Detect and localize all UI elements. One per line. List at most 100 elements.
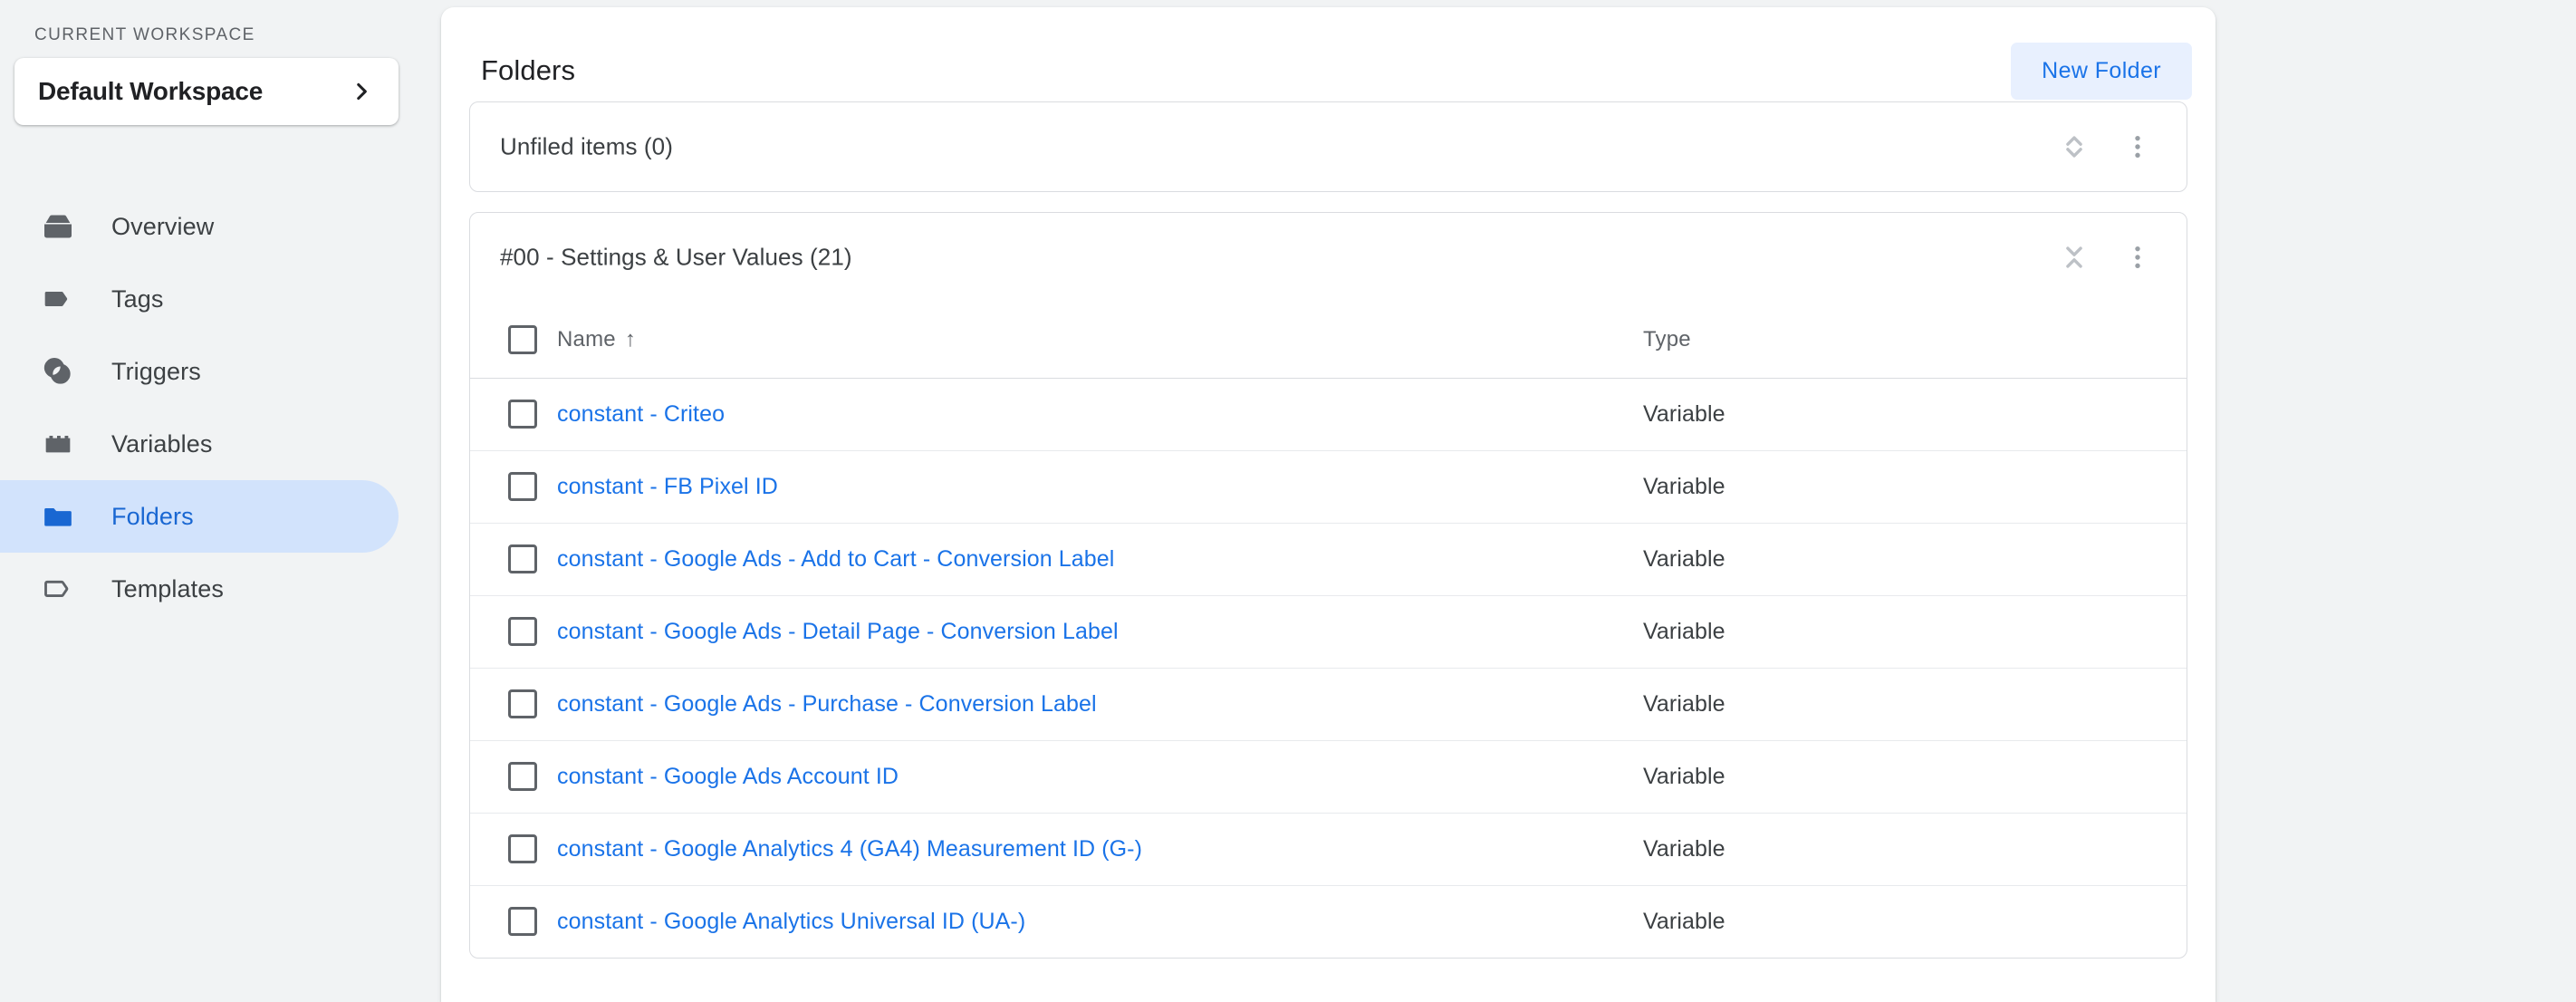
- item-link[interactable]: constant - Google Ads - Purchase - Conve…: [557, 691, 1097, 717]
- chevron-right-icon: [350, 80, 373, 103]
- row-checkbox[interactable]: [508, 617, 537, 646]
- row-name-cell: constant - Google Ads - Add to Cart - Co…: [557, 522, 1643, 595]
- row-type-cell: Variable: [1643, 594, 2187, 668]
- sidebar-item-variables[interactable]: Variables: [0, 408, 399, 480]
- current-workspace-label: CURRENT WORKSPACE: [34, 25, 255, 44]
- row-checkbox[interactable]: [508, 400, 537, 429]
- folder-header: #00 - Settings & User Values (21): [470, 213, 2187, 302]
- row-select-cell: [470, 884, 557, 958]
- row-name-cell: constant - Google Ads - Detail Page - Co…: [557, 594, 1643, 668]
- sidebar-item-tags[interactable]: Tags: [0, 263, 399, 335]
- sidebar-item-templates[interactable]: Templates: [0, 553, 399, 625]
- folders-panel: Folders New Folder Unfiled items (0) #00…: [441, 7, 2216, 1002]
- more-vert-icon[interactable]: [2112, 121, 2163, 172]
- table-row[interactable]: constant - Google Analytics Universal ID…: [470, 884, 2187, 958]
- row-checkbox[interactable]: [508, 762, 537, 791]
- row-checkbox[interactable]: [508, 472, 537, 501]
- item-link[interactable]: constant - Google Ads - Add to Cart - Co…: [557, 546, 1114, 572]
- folder-filled-icon: [39, 497, 77, 535]
- row-select-cell: [470, 667, 557, 740]
- row-select-cell: [470, 522, 557, 595]
- sidebar-item-label: Triggers: [111, 357, 201, 385]
- item-link[interactable]: constant - Google Analytics 4 (GA4) Meas…: [557, 836, 1142, 862]
- row-checkbox[interactable]: [508, 689, 537, 718]
- main-content: Folders New Folder Unfiled items (0) #00…: [441, 0, 2576, 1002]
- new-folder-button[interactable]: New Folder: [2011, 42, 2192, 100]
- row-type-cell: Variable: [1643, 812, 2187, 885]
- gtm-app-window: CURRENT WORKSPACE Default Workspace Over…: [0, 0, 2576, 1002]
- folder-items-table: Name ↑ Type constant - Criteo Variable c…: [470, 302, 2187, 958]
- folder-header-actions: [2049, 121, 2163, 172]
- table-body: constant - Criteo Variable constant - FB…: [470, 378, 2187, 958]
- select-all-cell: [470, 302, 557, 379]
- sidebar-item-triggers[interactable]: Triggers: [0, 335, 399, 408]
- column-header-name: Name ↑: [557, 302, 1643, 379]
- workspace-name: Default Workspace: [38, 77, 264, 105]
- row-type-cell: Variable: [1643, 449, 2187, 523]
- sidebar-nav: Overview Tags Triggers Variables Folders…: [0, 190, 441, 625]
- column-header-type: Type: [1643, 302, 2187, 379]
- column-label-name: Name: [557, 326, 616, 352]
- item-link[interactable]: constant - Google Analytics Universal ID…: [557, 909, 1025, 934]
- folder-card-settings-user-values: #00 - Settings & User Values (21) Name ↑…: [469, 212, 2187, 959]
- folder-title: Unfiled items (0): [500, 132, 673, 160]
- row-type-cell: Variable: [1643, 739, 2187, 813]
- sort-by-name-control[interactable]: Name ↑: [557, 327, 636, 352]
- row-select-cell: [470, 812, 557, 885]
- table-head: Name ↑ Type: [470, 302, 2187, 379]
- variables-block-icon: [39, 425, 77, 463]
- item-link[interactable]: constant - Google Ads Account ID: [557, 764, 899, 789]
- table-row[interactable]: constant - Google Ads - Add to Cart - Co…: [470, 522, 2187, 595]
- sidebar-item-label: Overview: [111, 212, 215, 240]
- row-select-cell: [470, 378, 557, 450]
- row-type-cell: Variable: [1643, 667, 2187, 740]
- workspace-selector[interactable]: Default Workspace: [14, 58, 399, 125]
- row-type-cell: Variable: [1643, 400, 1725, 427]
- sidebar-item-label: Variables: [111, 429, 213, 458]
- row-select-cell: [470, 739, 557, 813]
- folder-card-unfiled: Unfiled items (0): [469, 101, 2187, 192]
- tag-filled-icon: [39, 280, 77, 318]
- column-label-type: Type: [1643, 326, 1691, 352]
- table-row[interactable]: constant - Google Analytics 4 (GA4) Meas…: [470, 812, 2187, 885]
- sidebar-item-label: Tags: [111, 284, 164, 313]
- folder-title: #00 - Settings & User Values (21): [500, 243, 852, 271]
- item-link[interactable]: constant - Google Ads - Detail Page - Co…: [557, 619, 1119, 644]
- table-row[interactable]: constant - Google Ads - Purchase - Conve…: [470, 667, 2187, 740]
- sidebar-item-folders[interactable]: Folders: [0, 480, 399, 553]
- row-checkbox[interactable]: [508, 907, 537, 937]
- sidebar-item-overview[interactable]: Overview: [0, 190, 399, 263]
- row-type-cell: Variable: [1643, 884, 2187, 958]
- table-row[interactable]: constant - Google Ads Account ID Variabl…: [470, 739, 2187, 813]
- row-checkbox[interactable]: [508, 544, 537, 573]
- item-link[interactable]: constant - FB Pixel ID: [557, 474, 778, 499]
- row-name-cell: constant - FB Pixel ID: [557, 449, 1643, 523]
- tag-outline-icon: [39, 570, 77, 608]
- sort-ascending-icon: ↑: [624, 326, 637, 352]
- more-vert-icon[interactable]: [2112, 232, 2163, 283]
- overview-box-icon: [39, 207, 77, 246]
- row-name-cell: constant - Google Analytics Universal ID…: [557, 884, 1643, 958]
- select-all-checkbox[interactable]: [508, 324, 537, 354]
- row-name-cell: constant - Google Ads Account ID: [557, 739, 1643, 813]
- row-checkbox[interactable]: [508, 834, 537, 863]
- folder-header: Unfiled items (0): [470, 102, 2187, 191]
- page-header: Folders New Folder: [441, 7, 2216, 101]
- table-row[interactable]: constant - Google Ads - Detail Page - Co…: [470, 594, 2187, 668]
- unfold-less-icon[interactable]: [2049, 232, 2100, 283]
- row-name-cell: constant - Google Ads - Purchase - Conve…: [557, 667, 1643, 740]
- item-link[interactable]: constant - Criteo: [557, 401, 725, 427]
- row-name-cell: constant - Google Analytics 4 (GA4) Meas…: [557, 812, 1643, 885]
- unfold-more-icon[interactable]: [2049, 121, 2100, 172]
- trigger-circles-icon: [39, 352, 77, 390]
- table-row[interactable]: constant - Criteo Variable: [470, 378, 2187, 450]
- table-row[interactable]: constant - FB Pixel ID Variable: [470, 449, 2187, 523]
- table-header-row: Name ↑ Type: [470, 302, 2187, 379]
- row-name-cell: constant - Criteo: [557, 378, 1643, 450]
- row-select-cell: [470, 594, 557, 668]
- sidebar-item-label: Folders: [111, 502, 194, 530]
- sidebar-item-label: Templates: [111, 574, 224, 602]
- sidebar: CURRENT WORKSPACE Default Workspace Over…: [0, 0, 441, 1002]
- page-title: Folders: [481, 54, 576, 86]
- folder-header-actions: [2049, 232, 2163, 283]
